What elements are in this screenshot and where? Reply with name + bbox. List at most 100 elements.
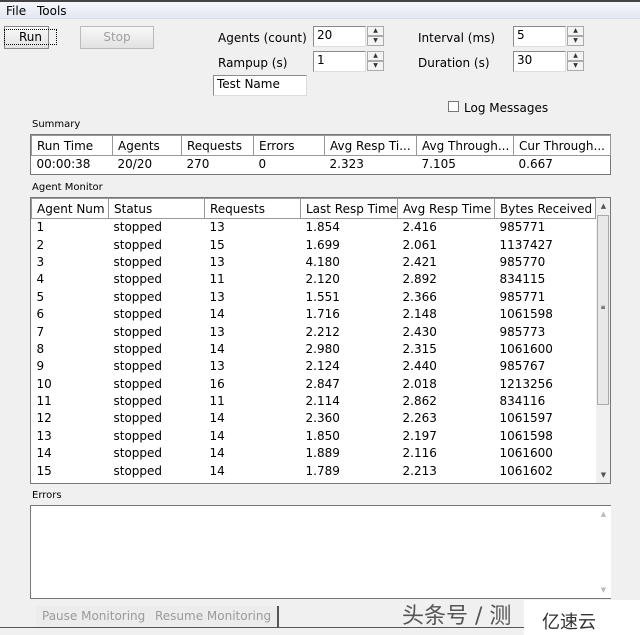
column-header[interactable]: Agent Num (31, 198, 109, 219)
table-cell: 2.980 (305, 341, 340, 356)
table-row[interactable]: 4 stopped 11 2.120 2.892 834115 (32, 271, 596, 288)
agents-spinner[interactable]: ▲ ▼ (367, 26, 384, 47)
rampup-input[interactable]: 1 (313, 51, 366, 72)
table-cell: 2.440 (402, 359, 437, 374)
errors-label: Errors (32, 490, 62, 501)
column-header[interactable]: Last Resp Time (300, 198, 398, 219)
table-cell: 5 (36, 289, 45, 304)
table-row[interactable]: 2 stopped 15 1.699 2.061 1137427 (32, 236, 596, 253)
summary-cell: 0.667 (518, 157, 553, 172)
rampup-label: Rampup (s) (218, 56, 288, 70)
table-cell: stopped (113, 272, 163, 287)
table-cell: 14 (209, 411, 225, 426)
table-cell: 1061600 (499, 446, 553, 461)
table-cell: 4.180 (305, 254, 340, 269)
interval-label: Interval (ms) (418, 31, 496, 45)
table-row[interactable]: 8 stopped 14 2.980 2.315 1061600 (32, 340, 596, 357)
scroll-thumb[interactable]: ≡ (597, 215, 609, 405)
column-header[interactable]: Avg Resp Ti... (324, 135, 417, 156)
table-cell: 985771 (499, 220, 546, 235)
table-cell: stopped (113, 411, 163, 426)
menu-tools[interactable]: Tools (37, 4, 67, 18)
stop-button[interactable]: Stop (80, 26, 154, 49)
table-row[interactable]: 10 stopped 16 2.847 2.018 1213256 (32, 375, 596, 392)
table-cell: 2.430 (402, 324, 437, 339)
table-cell: 2.114 (305, 394, 340, 409)
table-cell: 9 (36, 359, 45, 374)
table-cell: 834116 (499, 394, 546, 409)
agents-input[interactable]: 20 (313, 26, 366, 47)
column-header[interactable]: Agents (112, 135, 182, 156)
scroll-up-icon[interactable]: ▲ (596, 202, 610, 210)
column-header[interactable]: Status (108, 198, 205, 219)
column-header[interactable]: Requests (181, 135, 254, 156)
column-header[interactable]: Avg Resp Time (397, 198, 495, 219)
agent-monitor-table: Agent Num Status Requests Last Resp Time Avg… (30, 197, 611, 484)
column-header[interactable]: Errors (253, 135, 325, 156)
run-button[interactable]: Run (3, 26, 58, 49)
pause-monitoring-button[interactable]: Pause Monitoring (36, 606, 154, 627)
table-cell: 2.018 (402, 376, 437, 391)
table-cell: 16 (209, 376, 225, 391)
table-cell: 834115 (499, 272, 546, 287)
summary-label: Summary (32, 119, 81, 130)
scroll-down-icon[interactable]: ▼ (596, 471, 610, 479)
log-messages-checkbox[interactable] (448, 101, 459, 112)
interval-input[interactable]: 5 (513, 26, 566, 47)
errors-textarea[interactable]: ▲ ▼ (30, 505, 611, 599)
table-cell: 14 (209, 428, 225, 443)
column-header[interactable]: Requests (204, 198, 301, 219)
agent-monitor-scrollbar[interactable]: ▲ ≡ ▼ (596, 198, 610, 483)
agents-label: Agents (count) (218, 31, 307, 45)
table-cell: 14 (209, 307, 225, 322)
table-cell: 1061597 (499, 411, 553, 426)
table-cell: 13 (209, 220, 225, 235)
table-cell: 1.699 (305, 237, 340, 252)
table-row[interactable]: 5 stopped 13 1.551 2.366 985771 (32, 288, 596, 305)
menu-file[interactable]: File (6, 4, 26, 18)
table-row[interactable]: 14 stopped 14 1.889 2.116 1061600 (32, 445, 596, 462)
table-cell: 2.263 (402, 411, 437, 426)
column-header[interactable]: Run Time (31, 135, 113, 156)
column-header[interactable]: Avg Through... (416, 135, 514, 156)
table-cell: 2.892 (402, 272, 437, 287)
table-cell: 11 (209, 272, 225, 287)
errors-scrollbar[interactable]: ▲ ▼ (596, 506, 611, 598)
summary-header-row: Run Time Agents Requests Errors Avg Resp Ti.… (31, 135, 611, 156)
table-row[interactable]: 13 stopped 14 1.850 2.197 1061598 (32, 427, 596, 444)
table-cell: 14 (209, 446, 225, 461)
table-row[interactable]: 9 stopped 13 2.124 2.440 985767 (32, 358, 596, 375)
table-cell: 2.212 (305, 324, 340, 339)
table-cell: stopped (113, 237, 163, 252)
table-cell: 2.421 (402, 254, 437, 269)
table-cell: 1.716 (305, 307, 340, 322)
interval-spinner[interactable]: ▲ ▼ (567, 26, 584, 47)
table-cell: stopped (113, 463, 163, 478)
column-header[interactable]: Cur Through... (513, 135, 611, 156)
table-cell: 13 (209, 289, 225, 304)
resume-monitoring-button[interactable]: Resume Monitoring (149, 606, 280, 627)
table-row[interactable]: 7 stopped 13 2.212 2.430 985773 (32, 323, 596, 340)
table-cell: 14 (209, 341, 225, 356)
table-cell: 2.366 (402, 289, 437, 304)
test-name-input[interactable]: Test Name (213, 75, 307, 96)
table-row[interactable]: 6 stopped 14 1.716 2.148 1061598 (32, 305, 596, 322)
summary-data-row: 00:00:38 20/20 270 0 2.323 7.105 0.667 (32, 156, 611, 173)
table-cell: 13 (209, 324, 225, 339)
table-row[interactable]: 1 stopped 13 1.854 2.416 985771 (32, 219, 596, 236)
column-header[interactable]: Bytes Received (494, 198, 596, 219)
scroll-down-icon[interactable]: ▼ (596, 586, 611, 594)
table-row[interactable]: 3 stopped 13 4.180 2.421 985770 (32, 253, 596, 270)
logo: 亿速云 (524, 600, 640, 635)
table-row[interactable]: 12 stopped 14 2.360 2.263 1061597 (32, 410, 596, 427)
table-row[interactable]: 11 stopped 11 2.114 2.862 834116 (32, 392, 596, 409)
table-cell: 14 (209, 463, 225, 478)
duration-input[interactable]: 30 (513, 51, 566, 72)
agent-monitor-label: Agent Monitor (32, 182, 103, 193)
table-cell: 1.889 (305, 446, 340, 461)
table-cell: 14 (36, 446, 52, 461)
table-row[interactable]: 15 stopped 14 1.789 2.213 1061602 (32, 462, 596, 479)
scroll-up-icon[interactable]: ▲ (596, 510, 611, 518)
duration-spinner[interactable]: ▲ ▼ (567, 51, 584, 72)
rampup-spinner[interactable]: ▲ ▼ (367, 51, 384, 72)
